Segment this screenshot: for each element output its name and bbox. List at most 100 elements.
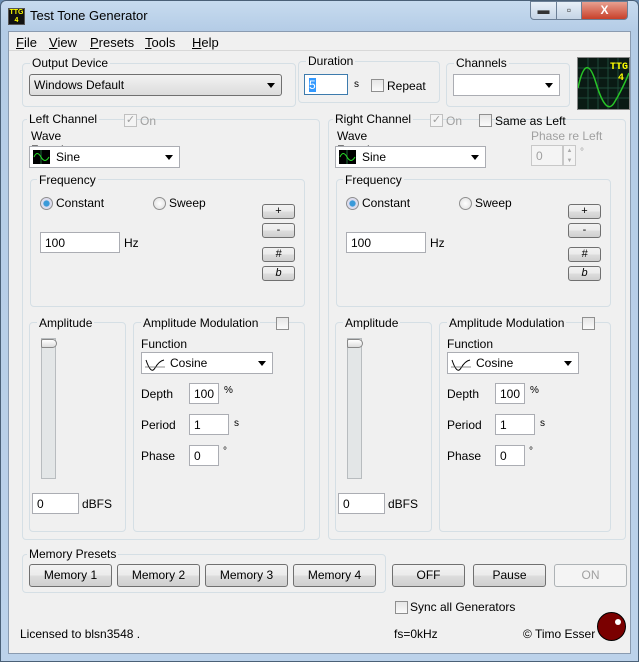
duration-value: 5 (309, 78, 316, 92)
left-frequency-label: Frequency (37, 173, 98, 187)
left-sweep-label: Sweep (169, 196, 206, 210)
output-device-value: Windows Default (34, 78, 125, 92)
left-constant-radio[interactable] (40, 197, 53, 210)
memory-4-button[interactable]: Memory 4 (293, 564, 376, 587)
window-title: Test Tone Generator (30, 8, 148, 23)
right-frequency-input[interactable]: 100 (346, 232, 426, 253)
minimize-button[interactable]: ▬ (530, 1, 557, 20)
left-chevron-down-icon (258, 361, 266, 366)
right-depth-input[interactable]: 100 (495, 383, 525, 404)
output-device-label: Output Device (30, 56, 111, 70)
left-frequency-input[interactable]: 100 (40, 232, 120, 253)
left-phase-unit: ° (223, 446, 227, 457)
menu-tools[interactable]: Tools (145, 35, 175, 50)
sync-checkbox[interactable] (395, 601, 408, 614)
channels-select[interactable] (453, 74, 560, 96)
pause-button[interactable]: Pause (473, 564, 546, 587)
svg-text:4: 4 (618, 73, 624, 84)
off-button[interactable]: OFF (392, 564, 465, 587)
right-amplitude-slider[interactable] (347, 338, 362, 479)
left-function-label: Function (141, 337, 188, 351)
left-amplitude-value: 0 (37, 497, 44, 511)
svg-text:TTG: TTG (610, 62, 628, 73)
left-period-value: 1 (194, 418, 201, 432)
left-amplitude-input[interactable]: 0 (32, 493, 79, 514)
right-am-label: Amplitude Modulation (447, 316, 567, 330)
phase-re-left-input[interactable]: 0 (531, 145, 563, 166)
right-amplitude-unit: dBFS (388, 497, 419, 511)
chevron-down-icon (267, 83, 275, 88)
right-amplitude-input[interactable]: 0 (338, 493, 385, 514)
right-freq-decrease-button[interactable]: - (568, 223, 601, 238)
right-phase-label: Phase (447, 449, 482, 463)
menu-presets[interactable]: Presets (90, 35, 134, 50)
left-frequency-value: 100 (45, 236, 66, 250)
chevron-down-icon (545, 83, 553, 88)
memory-2-button[interactable]: Memory 2 (117, 564, 200, 587)
copyright-text: © Timo Esser (523, 627, 596, 641)
duration-input[interactable]: 5 (304, 74, 348, 95)
right-sharp-button[interactable]: # (568, 247, 601, 262)
right-sweep-radio[interactable] (459, 197, 472, 210)
right-am-checkbox[interactable] (582, 317, 595, 330)
output-device-select[interactable]: Windows Default (29, 74, 282, 96)
left-phase-input[interactable]: 0 (189, 445, 219, 466)
right-frequency-unit: Hz (430, 236, 445, 250)
phase-re-left-value: 0 (536, 149, 543, 163)
right-chevron-down-icon (564, 361, 572, 366)
phase-re-left-label: Phase re Left (531, 129, 603, 143)
app-icon: TTG 4 (8, 8, 25, 25)
right-amplitude-label: Amplitude (343, 316, 401, 330)
left-sweep-radio[interactable] (153, 197, 166, 210)
maximize-button[interactable]: ▫ (556, 1, 582, 20)
phase-re-left-spinner[interactable]: ▲ ▼ (563, 145, 576, 166)
left-flat-button[interactable]: b (262, 266, 295, 281)
left-phase-label: Phase (141, 449, 176, 463)
right-amplitude-slider-thumb[interactable] (347, 339, 363, 348)
left-depth-value: 100 (194, 387, 215, 401)
right-frequency-value: 100 (351, 236, 372, 250)
memory-presets-label: Memory Presets (27, 547, 119, 561)
repeat-label: Repeat (387, 79, 426, 93)
left-amplitude-slider[interactable] (41, 338, 56, 479)
left-sharp-button[interactable]: # (262, 247, 295, 262)
memory-3-button[interactable]: Memory 3 (205, 564, 288, 587)
right-wave-function-select[interactable]: Sine (335, 146, 486, 168)
on-button[interactable]: ON (554, 564, 627, 587)
left-channel-on-label: On (140, 114, 157, 128)
menu-view[interactable]: View (49, 35, 77, 50)
right-period-input[interactable]: 1 (495, 414, 535, 435)
left-am-function-value: Cosine (170, 356, 208, 370)
right-sine-wave-icon (339, 150, 356, 164)
right-amplitude-value: 0 (343, 497, 350, 511)
duration-unit: s (354, 79, 359, 90)
left-freq-increase-button[interactable]: + (262, 204, 295, 219)
sample-rate-text: fs=0kHz (394, 627, 438, 641)
same-as-left-checkbox[interactable] (479, 114, 492, 127)
right-function-label: Function (447, 337, 494, 351)
left-am-checkbox[interactable] (276, 317, 289, 330)
left-frequency-unit: Hz (124, 236, 139, 250)
left-am-label: Amplitude Modulation (141, 316, 261, 330)
right-constant-radio[interactable] (346, 197, 359, 210)
left-depth-input[interactable]: 100 (189, 383, 219, 404)
left-amplitude-slider-thumb[interactable] (41, 339, 57, 348)
left-am-function-select[interactable]: Cosine (141, 352, 273, 374)
left-freq-decrease-button[interactable]: - (262, 223, 295, 238)
close-button[interactable]: X (581, 1, 628, 20)
menu-file[interactable]: File (16, 35, 37, 50)
left-period-input[interactable]: 1 (189, 414, 229, 435)
repeat-checkbox[interactable] (371, 79, 384, 92)
right-am-function-select[interactable]: Cosine (447, 352, 579, 374)
right-freq-increase-button[interactable]: + (568, 204, 601, 219)
right-phase-value: 0 (500, 449, 507, 463)
phase-re-left-unit: ° (580, 147, 584, 158)
right-flat-button[interactable]: b (568, 266, 601, 281)
channels-label: Channels (454, 56, 509, 70)
right-phase-input[interactable]: 0 (495, 445, 525, 466)
left-wave-function-select[interactable]: Sine (29, 146, 180, 168)
left-channel-on-checkbox[interactable]: ✓ (124, 114, 137, 127)
right-channel-on-checkbox[interactable]: ✓ (430, 114, 443, 127)
memory-1-button[interactable]: Memory 1 (29, 564, 112, 587)
menu-help[interactable]: Help (192, 35, 219, 50)
